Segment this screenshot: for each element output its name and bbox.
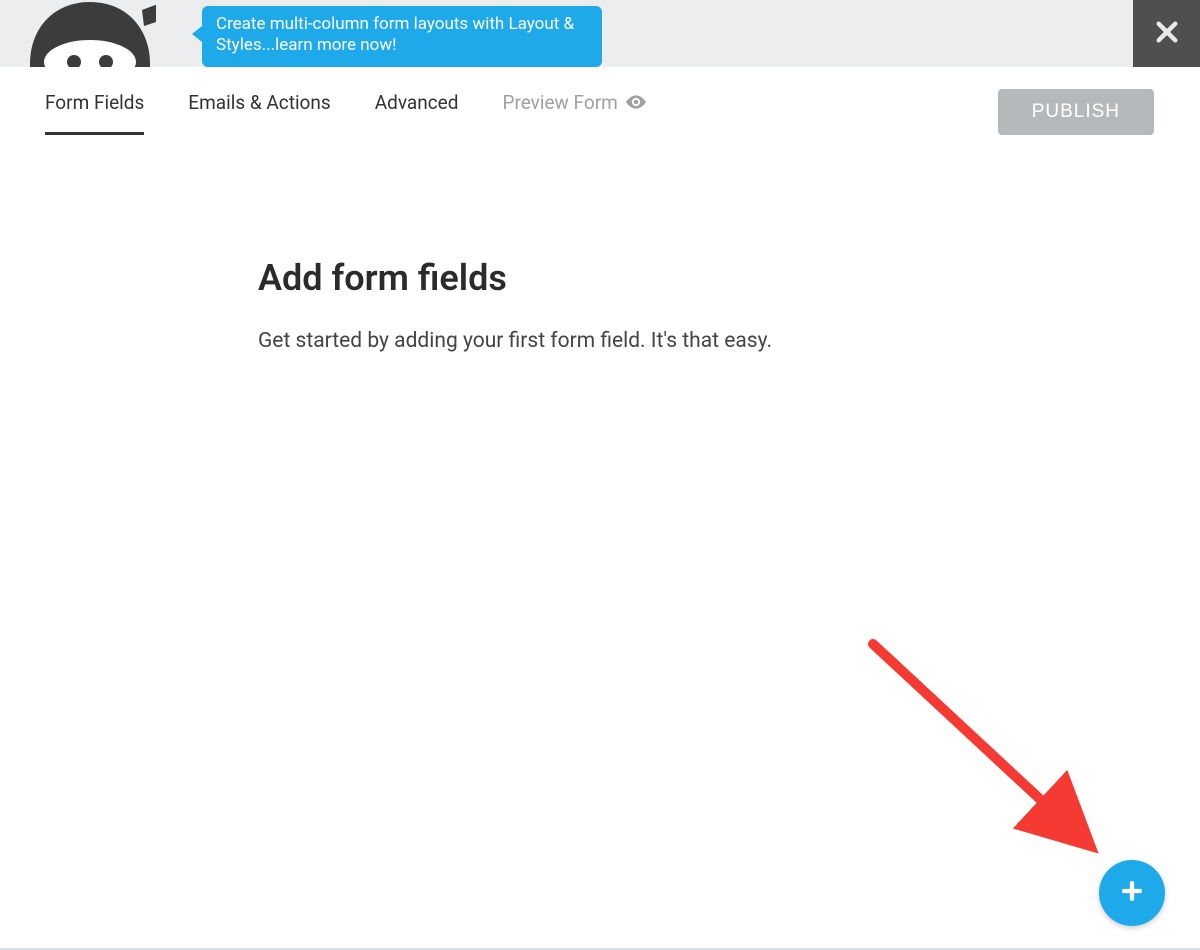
tab-bar: Form Fields Emails & Actions Advanced Pr… [0,67,1200,137]
tab-label: Form Fields [45,91,144,114]
close-button[interactable] [1133,0,1200,67]
tab-emails-actions[interactable]: Emails & Actions [188,69,330,135]
top-banner: Create multi-column form layouts with La… [0,0,1200,67]
tab-form-fields[interactable]: Form Fields [45,69,144,135]
publish-button[interactable]: PUBLISH [998,89,1154,135]
close-icon [1154,19,1180,49]
empty-state-body: Get started by adding your first form fi… [258,329,820,353]
tab-advanced[interactable]: Advanced [375,69,459,135]
empty-state: Add form fields Get started by adding yo… [0,137,820,353]
promo-tooltip[interactable]: Create multi-column form layouts with La… [202,6,602,67]
tab-preview-form[interactable]: Preview Form [502,69,645,135]
app-logo-ninja [24,2,156,67]
tab-label: Emails & Actions [188,91,330,114]
plus-icon [1119,878,1145,908]
add-field-fab[interactable] [1099,860,1165,926]
tab-label: Preview Form [502,91,617,114]
publish-button-label: PUBLISH [1032,101,1120,122]
empty-state-heading: Add form fields [258,257,820,299]
eye-icon [626,91,646,114]
promo-tooltip-text: Create multi-column form layouts with La… [216,14,574,55]
tab-label: Advanced [375,91,459,114]
